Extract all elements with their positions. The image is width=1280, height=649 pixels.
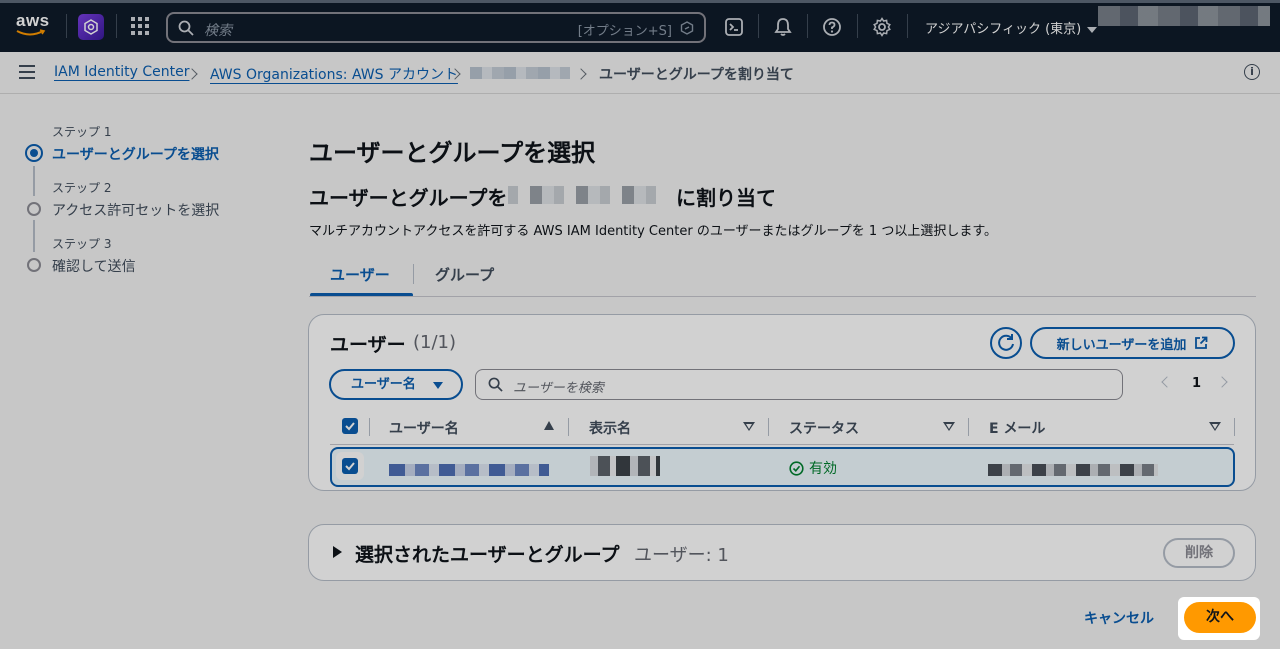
caret-down-icon	[433, 382, 443, 389]
external-link-icon	[1195, 336, 1208, 349]
account-menu-redacted[interactable]	[1098, 6, 1270, 26]
cloudshell-icon[interactable]	[724, 17, 744, 37]
sort-ascending-icon[interactable]	[544, 421, 554, 430]
step-connector	[33, 220, 35, 252]
nav-divider	[116, 14, 117, 38]
column-divider	[768, 418, 769, 436]
pagination-current-page[interactable]: 1	[1192, 376, 1201, 391]
region-selector[interactable]: アジアパシフィック (東京)	[925, 18, 1098, 37]
users-table-title: ユーザー	[330, 334, 406, 356]
nav-divider	[807, 14, 808, 38]
account-name-redacted	[508, 186, 660, 204]
settings-gear-icon[interactable]	[872, 17, 892, 37]
cancel-button[interactable]: キャンセル	[1084, 608, 1154, 628]
search-icon	[488, 377, 503, 392]
tabs-border	[309, 296, 1256, 297]
breadcrumb-iam-identity-center[interactable]: IAM Identity Center	[54, 64, 189, 80]
status-active: 有効	[789, 458, 837, 478]
global-search-input[interactable]: 検索 [オプション+S]	[166, 12, 706, 43]
step-1-indicator	[25, 144, 43, 162]
step-2-indicator	[27, 202, 41, 216]
tab-divider	[413, 264, 414, 284]
selected-section-count: ユーザー: 1	[634, 545, 729, 566]
page-description: マルチアカウントアクセスを許可する AWS IAM Identity Cente…	[309, 224, 998, 239]
search-shortcut-hint: [オプション+S]	[577, 24, 672, 39]
aws-logo[interactable]: aws	[16, 12, 50, 40]
aws-smile-icon	[16, 29, 46, 36]
breadcrumb-current: ユーザーとグループを割り当て	[599, 67, 794, 83]
column-divider	[369, 418, 370, 436]
nav-divider	[66, 14, 67, 38]
shortcut-icon	[680, 21, 694, 35]
column-divider	[968, 418, 969, 436]
sort-icon[interactable]	[943, 422, 955, 431]
column-header-username[interactable]: ユーザー名	[389, 418, 459, 438]
success-check-icon	[789, 460, 804, 476]
assign-heading-prefix: ユーザーとグループを	[309, 186, 508, 210]
search-placeholder: 検索	[204, 23, 232, 39]
tab-groups[interactable]: グループ	[435, 264, 494, 285]
search-icon	[178, 20, 194, 36]
services-grid-icon[interactable]	[131, 17, 149, 35]
refresh-icon	[998, 334, 1014, 351]
add-new-user-button[interactable]: 新しいユーザーを追加	[1030, 327, 1235, 359]
display-name-redacted	[590, 456, 660, 476]
iam-identity-center-icon[interactable]	[78, 14, 104, 40]
expand-caret-icon[interactable]	[333, 546, 342, 558]
assign-heading-suffix: に割り当て	[676, 186, 776, 210]
user-search-input[interactable]: ユーザーを検索	[475, 369, 1123, 400]
nav-divider	[857, 14, 858, 38]
sort-icon[interactable]	[1209, 422, 1221, 431]
column-header-status[interactable]: ステータス	[789, 418, 859, 438]
step-3-indicator	[27, 258, 41, 272]
step-2-label: ステップ 2	[52, 181, 112, 195]
checkmark-icon	[345, 462, 355, 471]
username-redacted[interactable]	[389, 464, 549, 476]
selected-section-title[interactable]: 選択されたユーザーとグループ	[355, 540, 619, 567]
row-checkbox[interactable]	[342, 458, 358, 474]
bell-icon[interactable]	[773, 17, 793, 37]
users-count: (1/1)	[413, 332, 457, 353]
breadcrumb-aws-organizations[interactable]: AWS Organizations: AWS アカウント	[210, 64, 458, 84]
step-1-title[interactable]: ユーザーとグループを選択	[52, 144, 219, 164]
column-header-display-name[interactable]: 表示名	[589, 418, 631, 438]
table-header-divider	[330, 444, 1234, 445]
info-icon[interactable]: i	[1244, 64, 1260, 80]
filter-property-select[interactable]: ユーザー名	[329, 369, 463, 400]
nav-divider	[907, 14, 908, 38]
checkmark-icon	[345, 422, 355, 431]
next-button[interactable]: 次へ	[1184, 602, 1256, 633]
refresh-button[interactable]	[990, 327, 1022, 359]
delete-button[interactable]: 削除	[1163, 538, 1235, 568]
sort-icon[interactable]	[743, 422, 755, 431]
step-1-label: ステップ 1	[52, 125, 112, 139]
menu-hamburger-icon[interactable]	[19, 65, 35, 83]
column-divider	[1234, 418, 1235, 436]
page-title: ユーザーとグループを選択	[309, 139, 596, 167]
tab-users[interactable]: ユーザー	[330, 264, 390, 285]
help-icon[interactable]	[822, 17, 842, 37]
nav-divider	[758, 14, 759, 38]
caret-down-icon	[1087, 26, 1098, 33]
column-header-email[interactable]: E メール	[989, 418, 1045, 438]
breadcrumb-account-redacted[interactable]	[470, 67, 570, 79]
step-connector	[33, 166, 35, 196]
column-divider	[568, 418, 569, 436]
select-all-checkbox[interactable]	[342, 418, 358, 434]
step-3-title: 確認して送信	[52, 259, 136, 275]
step-2-title: アクセス許可セットを選択	[52, 203, 220, 219]
step-3-label: ステップ 3	[52, 237, 112, 251]
email-redacted	[988, 464, 1158, 476]
